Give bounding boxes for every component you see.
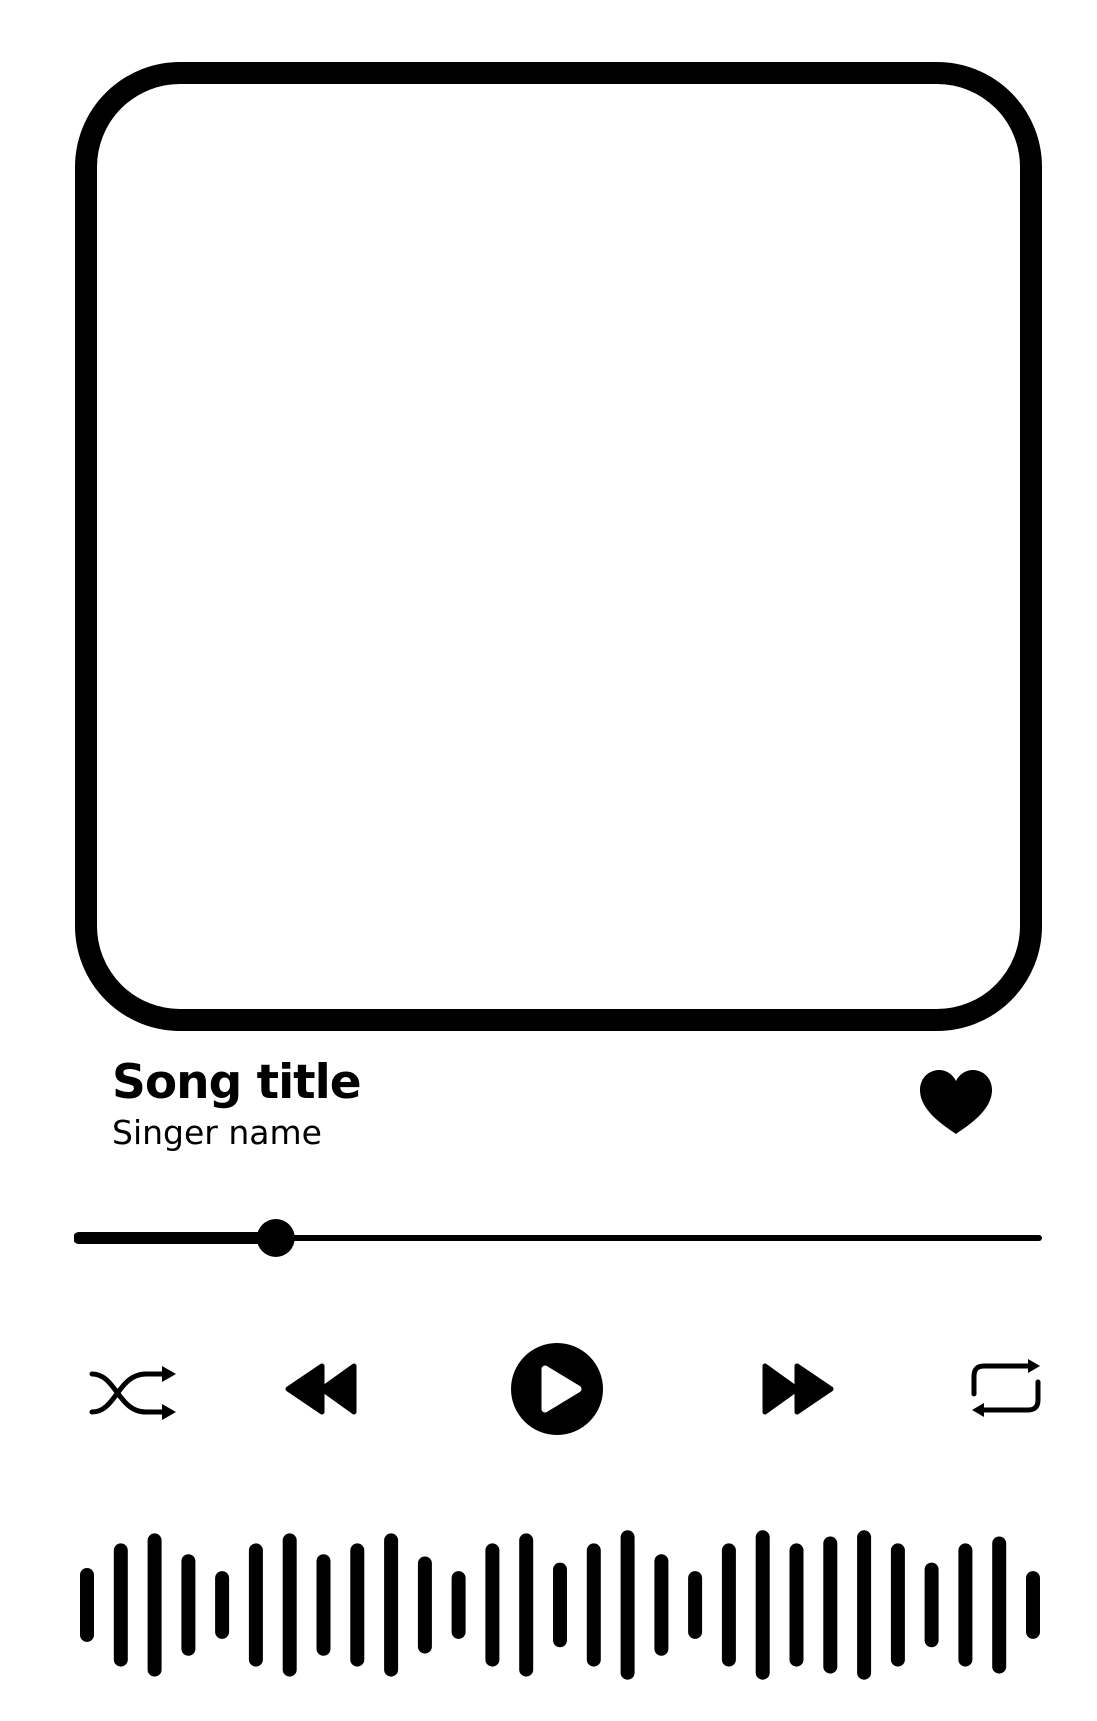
progress-slider[interactable]: [74, 1218, 1044, 1258]
waveform-bar: [215, 1571, 230, 1639]
waveform-bar: [248, 1543, 263, 1667]
waveform-bar: [451, 1571, 466, 1639]
like-button[interactable]: [918, 1068, 994, 1136]
play-icon: [511, 1343, 603, 1435]
waveform-bar: [857, 1530, 872, 1680]
song-title: Song title: [112, 1055, 362, 1110]
waveform-bar: [958, 1543, 973, 1667]
play-button[interactable]: [510, 1342, 604, 1436]
waveform-bar: [485, 1543, 500, 1667]
waveform-bar: [316, 1554, 331, 1656]
waveform-bar: [553, 1562, 567, 1648]
waveform-bar: [417, 1556, 432, 1654]
fast-forward-button[interactable]: [761, 1362, 835, 1416]
waveform-bar: [688, 1571, 703, 1639]
waveform-bar: [113, 1543, 128, 1667]
heart-icon: [920, 1070, 992, 1134]
waveform-bar: [181, 1554, 196, 1656]
waveform-bar: [654, 1554, 669, 1656]
waveform-bar: [147, 1533, 162, 1677]
audio-waveform: [80, 1520, 1040, 1690]
waveform-bar: [789, 1543, 804, 1667]
repeat-icon: [971, 1359, 1041, 1417]
progress-thumb[interactable]: [256, 1219, 295, 1257]
waveform-bar: [350, 1543, 365, 1667]
waveform-bar: [823, 1536, 838, 1674]
rewind-icon: [285, 1363, 357, 1415]
fast-forward-icon: [762, 1363, 834, 1415]
shuffle-button[interactable]: [88, 1360, 178, 1426]
repeat-button[interactable]: [970, 1358, 1042, 1420]
waveform-bar: [924, 1562, 939, 1648]
waveform-bar: [890, 1543, 905, 1667]
singer-name: Singer name: [112, 1113, 322, 1152]
waveform-bar: [755, 1530, 770, 1680]
waveform-bar: [586, 1543, 601, 1667]
album-art-frame: [75, 62, 1042, 1031]
waveform-bar: [992, 1536, 1007, 1674]
waveform-bar: [721, 1543, 736, 1667]
waveform-bar: [80, 1568, 94, 1642]
shuffle-icon: [89, 1366, 176, 1420]
waveform-bar: [620, 1530, 635, 1680]
waveform-bar: [1026, 1571, 1040, 1639]
waveform-bar: [519, 1533, 534, 1677]
rewind-button[interactable]: [284, 1362, 358, 1416]
waveform-bar: [282, 1533, 297, 1677]
waveform-bar: [384, 1533, 399, 1677]
